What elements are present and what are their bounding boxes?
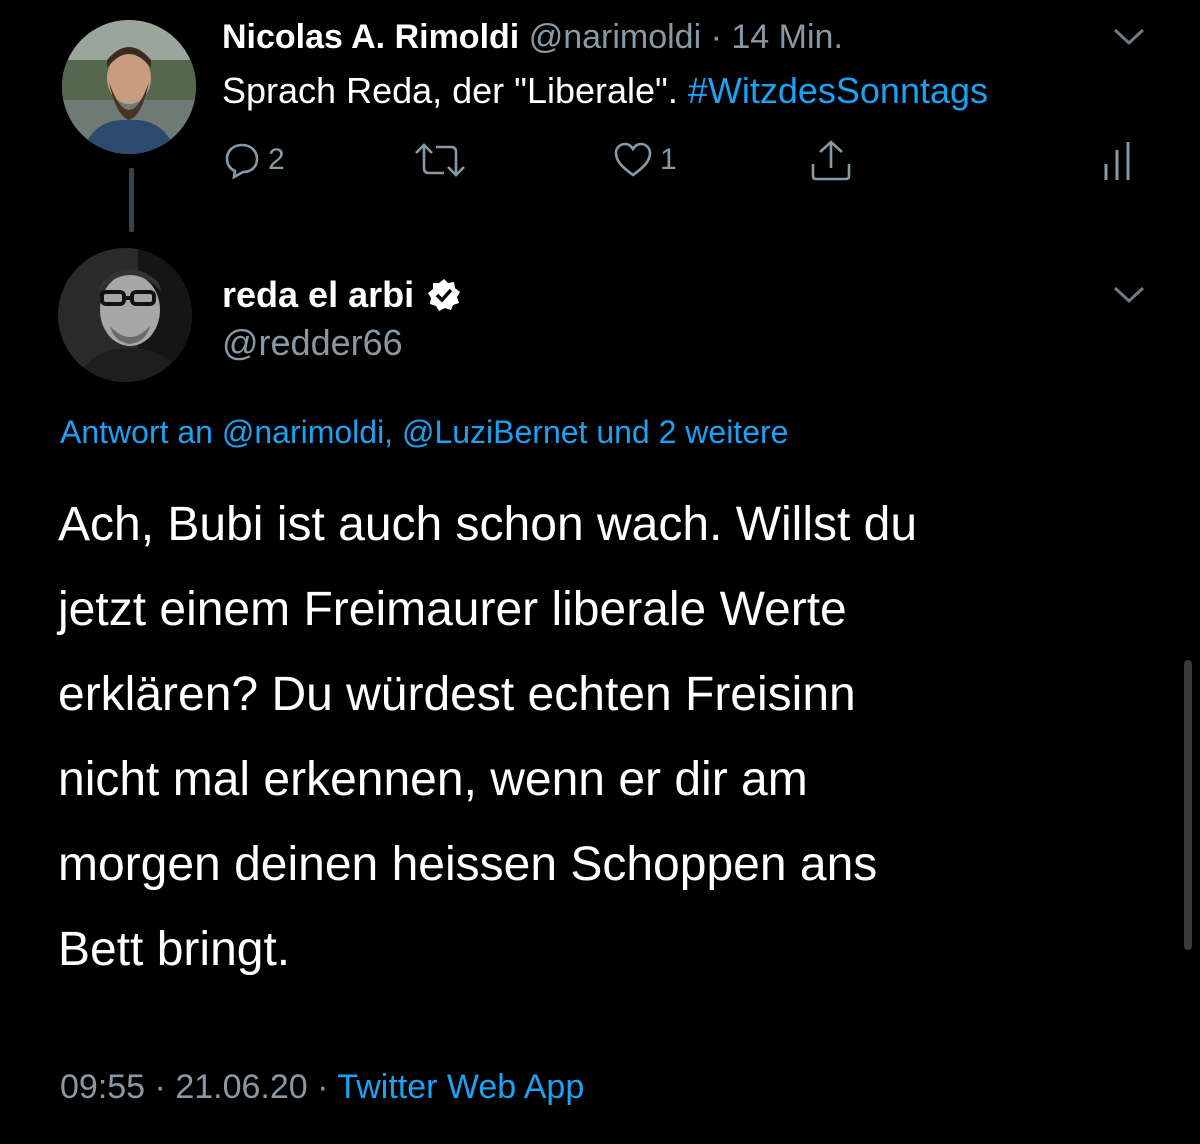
tweet-time-ago[interactable]: 14 Min. — [731, 18, 843, 56]
chevron-down-icon — [1113, 28, 1145, 46]
retweet-button[interactable] — [412, 140, 474, 180]
share-button[interactable] — [808, 138, 854, 182]
thread-connector-line — [129, 168, 134, 232]
parent-tweet-text-plain: Sprach Reda, der "Liberale". — [222, 70, 678, 111]
parent-tweet-header: Nicolas A. Rimoldi @narimoldi · 14 Min. — [222, 18, 843, 57]
hashtag-link[interactable]: #WitzdesSonntags — [688, 70, 988, 111]
share-icon — [811, 140, 851, 181]
reply-icon — [225, 143, 259, 180]
main-tweet-text: Ach, Bubi ist auch schon wach. Willst du… — [58, 482, 1168, 992]
avatar-reda-image — [58, 248, 192, 382]
like-count: 1 — [660, 143, 677, 176]
main-tweet-author[interactable]: reda el arbi — [222, 274, 462, 316]
scrollbar[interactable] — [1184, 660, 1192, 950]
reply-context-link[interactable]: Antwort an @narimoldi, @LuziBernet und 2… — [60, 414, 788, 451]
tweet-text-line: nicht mal erkennen, wenn er dir am — [58, 753, 808, 806]
reply-button[interactable]: 2 — [222, 140, 285, 180]
like-button[interactable]: 1 — [612, 140, 677, 180]
more-options-button[interactable] — [1112, 284, 1146, 311]
tweet-text-line: Bett bringt. — [58, 923, 291, 976]
more-options-button[interactable] — [1112, 26, 1146, 53]
author-name[interactable]: reda el arbi — [222, 274, 414, 316]
verified-badge-icon — [428, 279, 461, 311]
like-icon — [614, 142, 652, 177]
chevron-down-icon — [1113, 286, 1145, 304]
author-name[interactable]: Nicolas A. Rimoldi — [222, 18, 519, 56]
tweet-metadata: 09:55 · 21.06.20 · Twitter Web App — [60, 1068, 584, 1107]
analytics-button[interactable] — [1100, 140, 1134, 182]
metadata-separator: · — [154, 1068, 166, 1106]
tweet-time[interactable]: 09:55 — [60, 1068, 145, 1106]
tweet-text-line: morgen deinen heissen Schoppen ans — [58, 838, 878, 891]
avatar-nicolas[interactable] — [62, 20, 196, 154]
author-handle[interactable]: @redder66 — [222, 322, 403, 364]
metadata-separator: · — [317, 1068, 329, 1106]
parent-tweet-text: Sprach Reda, der "Liberale". #WitzdesSon… — [222, 70, 988, 112]
retweet-icon — [415, 143, 465, 177]
tweet-text-line: erklären? Du würdest echten Freisinn — [58, 668, 856, 721]
tweet-source-link[interactable]: Twitter Web App — [337, 1068, 584, 1106]
author-handle[interactable]: @narimoldi — [529, 18, 701, 56]
reply-count: 2 — [268, 143, 285, 176]
tweet-text-line: jetzt einem Freimaurer liberale Werte — [58, 583, 847, 636]
tweet-text-line: Ach, Bubi ist auch schon wach. Willst du — [58, 498, 918, 551]
tweet-date[interactable]: 21.06.20 — [175, 1068, 307, 1106]
header-separator: · — [710, 18, 722, 56]
avatar-nicolas-image — [62, 20, 196, 154]
analytics-icon — [1104, 142, 1130, 180]
avatar-reda[interactable] — [58, 248, 192, 382]
